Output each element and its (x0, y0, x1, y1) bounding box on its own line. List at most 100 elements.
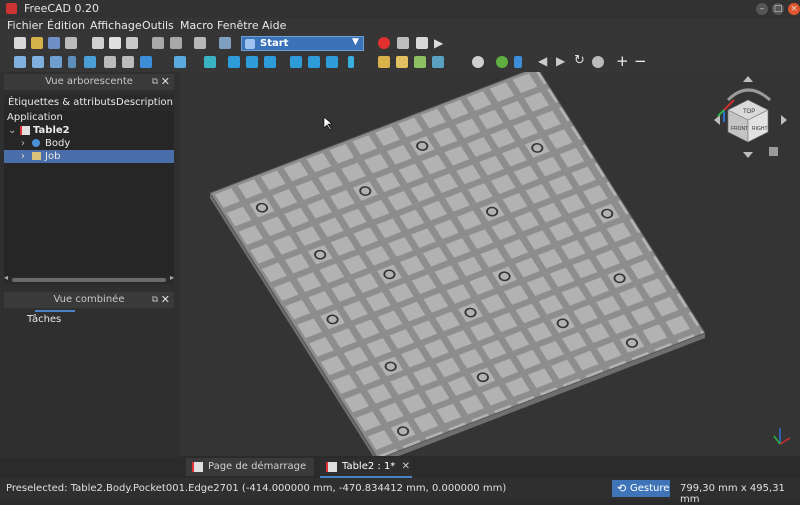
scrollbar-thumb[interactable] (12, 278, 166, 282)
rear-view-icon[interactable] (290, 56, 302, 68)
float-icon[interactable]: ⧉ (152, 74, 158, 90)
new-file-icon[interactable] (14, 37, 26, 49)
minimize-button[interactable]: – (756, 3, 768, 15)
window-title: FreeCAD 0.20 (24, 2, 100, 15)
link-actions-icon[interactable] (432, 56, 444, 68)
close-icon[interactable]: ✕ (402, 458, 410, 476)
print-icon[interactable] (65, 37, 77, 49)
arrow-right-icon[interactable]: ▸ (170, 273, 174, 282)
3d-viewport[interactable]: TOP FRONT RIGHT (180, 66, 800, 464)
tab-description[interactable]: Description (116, 95, 173, 111)
draw-style-icon[interactable] (50, 56, 62, 68)
toolbar-main: Start ▼ ▶ (0, 34, 800, 53)
toolbar-view: ◀ ▶ ↻ + − (0, 52, 800, 72)
cut-icon[interactable] (92, 37, 104, 49)
float-icon[interactable]: ⧉ (152, 292, 158, 308)
nav-back-icon[interactable] (104, 56, 116, 68)
arrow-right-icon[interactable]: ▶ (556, 54, 565, 68)
cube-label-top: TOP (743, 109, 755, 115)
reload-icon[interactable]: ↻ (574, 53, 585, 68)
tree-horizontal-scrollbar[interactable]: ◂ ▸ (4, 273, 174, 284)
title-bar: FreeCAD 0.20 – □ × (0, 0, 800, 18)
status-bar: Preselected: Table2.Body.Pocket001.Edge2… (0, 478, 800, 505)
chevron-down-icon[interactable]: ⌄ (8, 124, 16, 137)
navigation-cube[interactable]: TOP FRONT RIGHT (714, 76, 787, 158)
freecad-doc-icon (326, 462, 337, 472)
close-icon[interactable]: ✕ (161, 74, 170, 90)
isometric-view-icon[interactable] (174, 56, 186, 68)
chevron-right-icon[interactable]: › (21, 137, 25, 150)
paste-icon[interactable] (126, 37, 138, 49)
refresh-icon[interactable] (194, 37, 206, 49)
left-view-icon[interactable] (326, 56, 338, 68)
group-icon[interactable] (396, 56, 408, 68)
arrow-left-icon[interactable] (714, 115, 720, 125)
arrow-left-icon[interactable]: ◂ (4, 273, 8, 282)
redo-icon[interactable] (170, 37, 182, 49)
navigation-style-button[interactable]: ⟲ Gesture (612, 480, 670, 497)
nav-forward-icon[interactable] (122, 56, 134, 68)
tab-table2[interactable]: Table2 : 1* ✕ (320, 458, 412, 478)
bounding-box-icon[interactable] (84, 56, 96, 68)
whats-this-icon[interactable] (219, 37, 231, 49)
zoom-in-icon[interactable]: + (616, 52, 629, 70)
tab-start-page[interactable]: Page de démarrage ✕ (186, 458, 336, 476)
web-home-icon[interactable] (496, 56, 508, 68)
close-window-button[interactable]: × (788, 3, 800, 15)
workbench-selector[interactable]: Start ▼ (241, 36, 364, 51)
tree-item-job[interactable]: › Job (4, 150, 174, 163)
link-make-icon[interactable] (414, 56, 426, 68)
menu-aide[interactable]: Aide (262, 19, 286, 32)
play-macro-icon[interactable]: ▶ (434, 36, 443, 50)
plate-top[interactable] (209, 66, 706, 460)
right-view-icon[interactable] (264, 56, 276, 68)
arrow-up-icon[interactable] (743, 76, 753, 82)
view-menu-icon[interactable] (769, 147, 778, 156)
open-file-icon[interactable] (31, 37, 43, 49)
document-icon (20, 126, 30, 135)
fit-selection-icon[interactable] (32, 56, 44, 68)
tree-item-body[interactable]: › Body (4, 137, 174, 150)
top-view-icon[interactable] (246, 56, 258, 68)
menu-affichage[interactable]: Affichage (90, 19, 142, 32)
menu-edition[interactable]: Édition (47, 19, 85, 32)
stop-navigation-icon[interactable] (472, 56, 484, 68)
menu-fichier[interactable]: Fichier (7, 19, 43, 32)
measure-icon[interactable] (348, 56, 354, 68)
view-fit-icon[interactable] (204, 56, 216, 68)
undo-icon[interactable] (152, 37, 164, 49)
copy-icon[interactable] (109, 37, 121, 49)
menu-outils[interactable]: Outils (142, 19, 174, 32)
arrow-down-icon[interactable] (743, 152, 753, 158)
front-view-icon[interactable] (228, 56, 240, 68)
tab-labels-attributes[interactable]: Étiquettes & attributs (8, 95, 116, 111)
zoom-out-icon[interactable]: − (634, 52, 647, 70)
arrow-right-icon[interactable] (781, 115, 787, 125)
tree-item-label: Table2 (33, 125, 70, 136)
chevron-right-icon[interactable]: › (21, 150, 25, 163)
edit-macro-icon[interactable] (416, 37, 428, 49)
tree-root-label: Application (7, 112, 63, 123)
record-macro-icon[interactable] (378, 37, 390, 49)
fit-all-icon[interactable] (14, 56, 26, 68)
mouse-cursor (323, 116, 333, 131)
folder-icon (32, 152, 41, 160)
bottom-view-icon[interactable] (308, 56, 320, 68)
menu-fenetre[interactable]: Fenêtre (217, 19, 259, 32)
stop-macro-icon[interactable] (397, 37, 409, 49)
close-icon[interactable]: ✕ (161, 292, 170, 308)
web-open-icon[interactable] (514, 56, 522, 68)
link-icon[interactable] (140, 56, 152, 68)
part-icon[interactable] (378, 56, 390, 68)
stop-loading-icon[interactable] (592, 56, 604, 68)
menu-macro[interactable]: Macro (180, 19, 213, 32)
tab-tasks[interactable]: Tâches (27, 314, 61, 325)
orbit-arc-top[interactable] (726, 88, 772, 102)
save-icon[interactable] (48, 37, 60, 49)
maximize-button[interactable]: □ (772, 3, 784, 15)
tree-item-table2[interactable]: ⌄ Table2 (4, 124, 174, 137)
draw-style-dropdown-icon[interactable] (68, 56, 76, 68)
arrow-left-icon[interactable]: ◀ (538, 54, 547, 68)
tree-view: Application ⌄ Table2 › Body › Job (4, 111, 174, 276)
navigation-style-label: Gesture (630, 483, 670, 494)
